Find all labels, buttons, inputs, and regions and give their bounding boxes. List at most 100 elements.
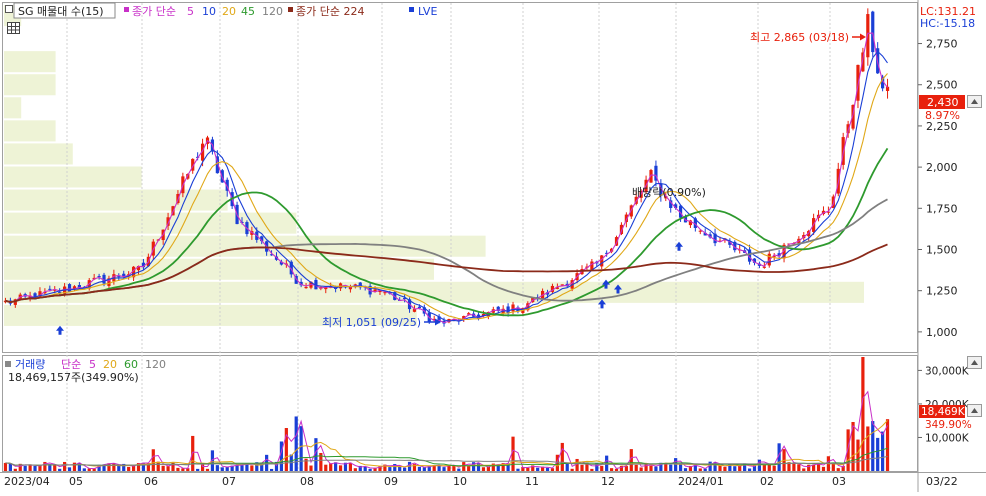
volume-bar xyxy=(550,468,555,471)
volume-y-axis: 30,000K20,000K10,000K xyxy=(918,365,970,444)
series-name: SG 매물대 수(15) xyxy=(18,5,104,18)
stock-chart-window: 2,750 2,500 2,250 2,000 1,750 1,500 1,250 1,000… xyxy=(0,0,986,492)
volume-bar xyxy=(733,466,737,471)
volume-bar xyxy=(738,465,742,471)
volume-bar xyxy=(876,437,880,471)
volume-ma-60: 60 xyxy=(124,358,138,371)
candle-body xyxy=(417,306,421,309)
volume-bar xyxy=(161,465,165,471)
volume-bar xyxy=(723,466,727,471)
profile-bar xyxy=(4,281,864,303)
profile-bar xyxy=(4,235,486,257)
volume-bar xyxy=(856,439,860,471)
ma-period-5: 5 xyxy=(187,5,194,18)
volume-badge-value: 18,469K xyxy=(921,406,966,418)
y-tick-label: 2,500 xyxy=(926,79,958,92)
volume-bar xyxy=(698,468,702,471)
volume-bar xyxy=(476,463,481,471)
ma-period-10: 10 xyxy=(202,5,216,18)
volume-bar xyxy=(452,465,456,471)
chart-settings-icon[interactable] xyxy=(5,5,13,13)
y-tick-label: 30,000K xyxy=(925,365,970,377)
legend-swatch-ma2 xyxy=(288,7,293,12)
y-tick-label: 1,750 xyxy=(926,202,958,215)
volume-bar xyxy=(403,467,407,471)
volume-bar xyxy=(600,465,604,471)
volume-bar xyxy=(3,462,8,471)
grid-toggle-icon[interactable] xyxy=(7,22,20,34)
volume-bar xyxy=(664,463,668,471)
volume-badge-scroll-button[interactable] xyxy=(967,404,982,417)
volume-bar xyxy=(654,466,658,471)
high-annotation: 최고 2,865 (03/18) xyxy=(750,31,849,44)
profile-bar xyxy=(4,74,56,96)
volume-bar xyxy=(866,426,870,471)
legend-swatch-lve xyxy=(409,7,414,12)
ma-label: 종가 단순 xyxy=(132,5,176,18)
volume-bar xyxy=(294,416,298,471)
x-tick-label: 02 xyxy=(760,475,774,488)
volume-bar xyxy=(614,468,619,471)
volume-bar xyxy=(151,449,155,471)
volume-bar xyxy=(496,465,500,471)
scroll-up-button[interactable] xyxy=(967,95,982,108)
volume-bar xyxy=(13,468,17,471)
y-tick-label: 10,000K xyxy=(925,432,970,444)
x-tick-label: 12 xyxy=(601,475,615,488)
volume-bar xyxy=(792,462,796,471)
volume-bar xyxy=(250,465,254,471)
candle-body xyxy=(67,284,72,292)
volume-bar xyxy=(220,467,224,471)
profile-bar xyxy=(4,120,56,142)
x-tick-label: 2023/04 xyxy=(4,475,50,488)
volume-ma-label: 단순 xyxy=(61,358,81,371)
volume-value: 18,469,157주(349.90%) xyxy=(8,371,139,384)
volume-bar xyxy=(398,466,402,471)
volume-bar xyxy=(536,467,540,471)
profile-bar xyxy=(4,143,73,165)
volume-bar xyxy=(196,468,200,471)
volume-bar xyxy=(649,465,653,471)
ma-period-20: 20 xyxy=(222,5,236,18)
volume-bar xyxy=(609,468,614,471)
volume-bar xyxy=(67,467,72,471)
volume-bar xyxy=(570,468,574,471)
volume-bar xyxy=(8,463,12,471)
volume-bar xyxy=(836,468,840,471)
volume-bar xyxy=(72,462,77,471)
volume-bar xyxy=(215,465,219,471)
ma2-label: 종가 단순 224 xyxy=(296,5,364,18)
volume-bar xyxy=(363,466,367,471)
volume-bar xyxy=(462,462,466,471)
volume-bar xyxy=(58,468,62,471)
volume-bar xyxy=(176,467,180,471)
volume-bar xyxy=(881,431,885,471)
volume-bar xyxy=(821,466,826,471)
price-badge-pct: 8.97% xyxy=(925,109,960,122)
x-tick-label: 07 xyxy=(222,475,236,488)
volume-bar xyxy=(181,468,185,471)
volume-bar xyxy=(565,463,569,471)
volume-bar xyxy=(348,462,353,471)
volume-scroll-button[interactable] xyxy=(967,356,982,369)
volume-bar xyxy=(861,357,865,471)
volume-bar xyxy=(269,468,274,471)
candle-body xyxy=(600,255,604,267)
volume-bar xyxy=(481,467,486,471)
volume-ma-5: 5 xyxy=(89,358,96,371)
ma-period-120: 120 xyxy=(262,5,283,18)
volume-bar xyxy=(560,442,564,471)
x-tick-label: 09 xyxy=(384,475,398,488)
hc-readout: HC:-15.18 xyxy=(920,17,975,30)
volume-bar xyxy=(299,426,303,471)
volume-bar xyxy=(590,468,594,471)
legend-swatch-ma xyxy=(124,7,129,12)
x-tick-label: 10 xyxy=(453,475,467,488)
volume-bar xyxy=(324,464,328,471)
volume-bar xyxy=(62,461,67,471)
volume-bar xyxy=(417,466,421,471)
volume-bar xyxy=(683,468,688,471)
volume-bar xyxy=(127,466,131,471)
volume-bar xyxy=(634,464,638,471)
volume-bar xyxy=(678,464,683,471)
